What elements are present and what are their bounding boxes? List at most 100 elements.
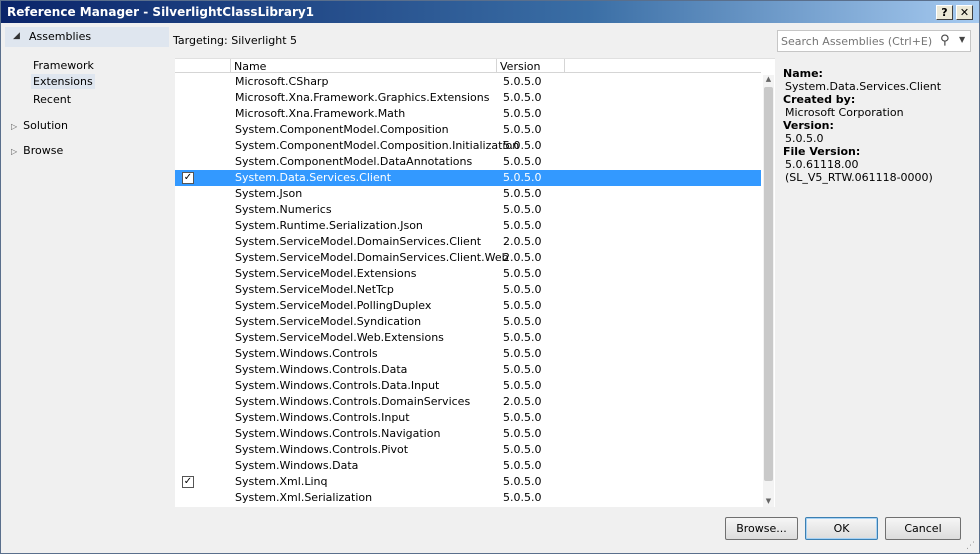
row-version: 5.0.5.0 [503, 171, 542, 184]
row-checkbox[interactable]: ✓ [182, 476, 194, 488]
ok-button[interactable]: OK [805, 517, 878, 540]
detail-version-label: Version: [783, 119, 834, 132]
detail-created-value: Microsoft Corporation [785, 106, 904, 119]
cancel-button[interactable]: Cancel [885, 517, 961, 540]
vertical-scrollbar[interactable]: ▲ ▼ [763, 75, 774, 507]
detail-version-value: 5.0.5.0 [785, 132, 824, 145]
nav-solution-label: Solution [23, 119, 68, 132]
row-checkbox[interactable]: ✓ [182, 172, 194, 184]
scroll-up-arrow-icon[interactable]: ▲ [763, 75, 774, 85]
row-version: 5.0.5.0 [503, 331, 542, 344]
row-name: System.Windows.Controls.Navigation [235, 427, 441, 440]
row-name: System.ServiceModel.DomainServices.Clien… [235, 251, 509, 264]
resize-grip-icon[interactable]: ⋰ [966, 541, 975, 551]
row-version: 5.0.5.0 [503, 443, 542, 456]
table-row[interactable]: Microsoft.Xna.Framework.Graphics.Extensi… [175, 90, 761, 106]
row-version: 5.0.5.0 [503, 219, 542, 232]
row-version: 5.0.5.0 [503, 267, 542, 280]
table-row[interactable]: System.Runtime.Serialization.Json 5.0.5.0 [175, 218, 761, 234]
row-version: 5.0.5.0 [503, 107, 542, 120]
row-name: System.ComponentModel.Composition.Initia… [235, 139, 520, 152]
title-bar: Reference Manager - SilverlightClassLibr… [1, 1, 979, 23]
row-name: System.Data.Services.Client [235, 171, 392, 184]
table-row[interactable]: System.ComponentModel.Composition 5.0.5.0 [175, 122, 761, 138]
nav-item-extensions[interactable]: Extensions [31, 74, 95, 89]
help-button[interactable]: ? [936, 5, 953, 20]
nav-item-framework[interactable]: Framework [31, 58, 96, 73]
row-name: System.ServiceModel.Syndication [235, 315, 422, 328]
table-row[interactable]: System.ComponentModel.DataAnnotations 5.0… [175, 154, 761, 170]
table-row[interactable]: System.Windows.Controls.Input 5.0.5.0 [175, 410, 761, 426]
table-row[interactable]: ✓ System.Data.Services.Client 5.0.5.0 [175, 170, 761, 186]
row-version: 5.0.5.0 [503, 283, 542, 296]
header-version-label: Version [500, 60, 541, 73]
row-name: System.Numerics [235, 203, 332, 216]
nav-assemblies[interactable]: ◢ Assemblies [5, 27, 169, 47]
table-row[interactable]: System.Windows.Data 5.0.5.0 [175, 458, 761, 474]
nav-browse-label: Browse [23, 144, 64, 157]
detail-name-label: Name: [783, 67, 823, 80]
row-name: System.ServiceModel.PollingDuplex [235, 299, 432, 312]
row-version: 5.0.5.0 [503, 363, 542, 376]
row-version: 5.0.5.0 [503, 427, 542, 440]
row-version: 5.0.5.0 [503, 315, 542, 328]
row-version: 2.0.5.0 [503, 395, 542, 408]
detail-file-version-label: File Version: [783, 145, 861, 158]
table-row[interactable]: Microsoft.CSharp 5.0.5.0 [175, 74, 761, 90]
window-title: Reference Manager - SilverlightClassLibr… [7, 5, 315, 19]
table-row[interactable]: System.Windows.Controls.Data 5.0.5.0 [175, 362, 761, 378]
search-input[interactable] [781, 34, 933, 48]
grid-header: Name Version [175, 59, 761, 73]
row-name: System.Runtime.Serialization.Json [235, 219, 423, 232]
table-row[interactable]: System.ServiceModel.PollingDuplex 5.0.5.0 [175, 298, 761, 314]
table-row[interactable]: System.Windows.Controls.Pivot 5.0.5.0 [175, 442, 761, 458]
row-version: 5.0.5.0 [503, 347, 542, 360]
table-row[interactable]: System.Windows.Controls.DomainServices 2.… [175, 394, 761, 410]
table-row[interactable]: System.Numerics 5.0.5.0 [175, 202, 761, 218]
table-row[interactable]: System.Windows.Controls.Navigation 5.0.5.… [175, 426, 761, 442]
table-row[interactable]: System.ServiceModel.Web.Extensions 5.0.5.… [175, 330, 761, 346]
header-version-column[interactable]: Version [497, 59, 565, 73]
table-row[interactable]: System.ComponentModel.Composition.Initia… [175, 138, 761, 154]
table-row[interactable]: System.Xml.Serialization 5.0.5.0 [175, 490, 761, 506]
reference-manager-window: Reference Manager - SilverlightClassLibr… [0, 0, 980, 554]
detail-name-value: System.Data.Services.Client [785, 80, 942, 93]
collapsed-triangle-icon: ▷ [11, 122, 18, 131]
table-row[interactable]: System.ServiceModel.Syndication 5.0.5.0 [175, 314, 761, 330]
row-name: System.Windows.Controls.DomainServices [235, 395, 471, 408]
header-check-column[interactable] [175, 59, 231, 73]
search-icon[interactable]: ⚲ [940, 33, 950, 48]
nav-item-recent[interactable]: Recent [31, 92, 73, 107]
row-name: System.Json [235, 187, 303, 200]
scroll-thumb[interactable] [764, 87, 773, 481]
targeting-label: Targeting: Silverlight 5 [173, 34, 298, 47]
chevron-down-icon[interactable]: ▼ [959, 35, 965, 44]
scroll-down-arrow-icon[interactable]: ▼ [763, 497, 774, 507]
browse-button[interactable]: Browse... [725, 517, 798, 540]
nav-browse[interactable]: ▷ Browse [11, 144, 63, 157]
row-name: Microsoft.Xna.Framework.Graphics.Extensi… [235, 91, 490, 104]
table-row[interactable]: System.ServiceModel.NetTcp 5.0.5.0 [175, 282, 761, 298]
table-row[interactable]: System.ServiceModel.DomainServices.Clien… [175, 234, 761, 250]
table-row[interactable]: System.Windows.Controls 5.0.5.0 [175, 346, 761, 362]
header-name-column[interactable]: Name [231, 59, 497, 73]
row-name: System.ServiceModel.DomainServices.Clien… [235, 235, 482, 248]
row-name: System.Xml.Linq [235, 475, 328, 488]
left-nav: ◢ Assemblies Framework Extensions Recent… [3, 23, 173, 508]
row-version: 5.0.5.0 [503, 187, 542, 200]
row-version: 5.0.5.0 [503, 475, 542, 488]
table-row[interactable]: System.Windows.Controls.Data.Input 5.0.5.… [175, 378, 761, 394]
collapsed-triangle-icon: ▷ [11, 147, 18, 156]
row-version: 5.0.5.0 [503, 139, 542, 152]
row-version: 5.0.5.0 [503, 459, 542, 472]
close-button[interactable]: ✕ [956, 5, 973, 20]
table-row[interactable]: System.ServiceModel.Extensions 5.0.5.0 [175, 266, 761, 282]
table-row[interactable]: Microsoft.Xna.Framework.Math 5.0.5.0 [175, 106, 761, 122]
table-row[interactable]: ✓ System.Xml.Linq 5.0.5.0 [175, 474, 761, 490]
nav-solution[interactable]: ▷ Solution [11, 119, 68, 132]
row-name: System.Windows.Controls [235, 347, 378, 360]
row-name: System.Windows.Controls.Pivot [235, 443, 409, 456]
nav-assemblies-label: Assemblies [29, 30, 92, 43]
table-row[interactable]: System.Json 5.0.5.0 [175, 186, 761, 202]
table-row[interactable]: System.ServiceModel.DomainServices.Clien… [175, 250, 761, 266]
